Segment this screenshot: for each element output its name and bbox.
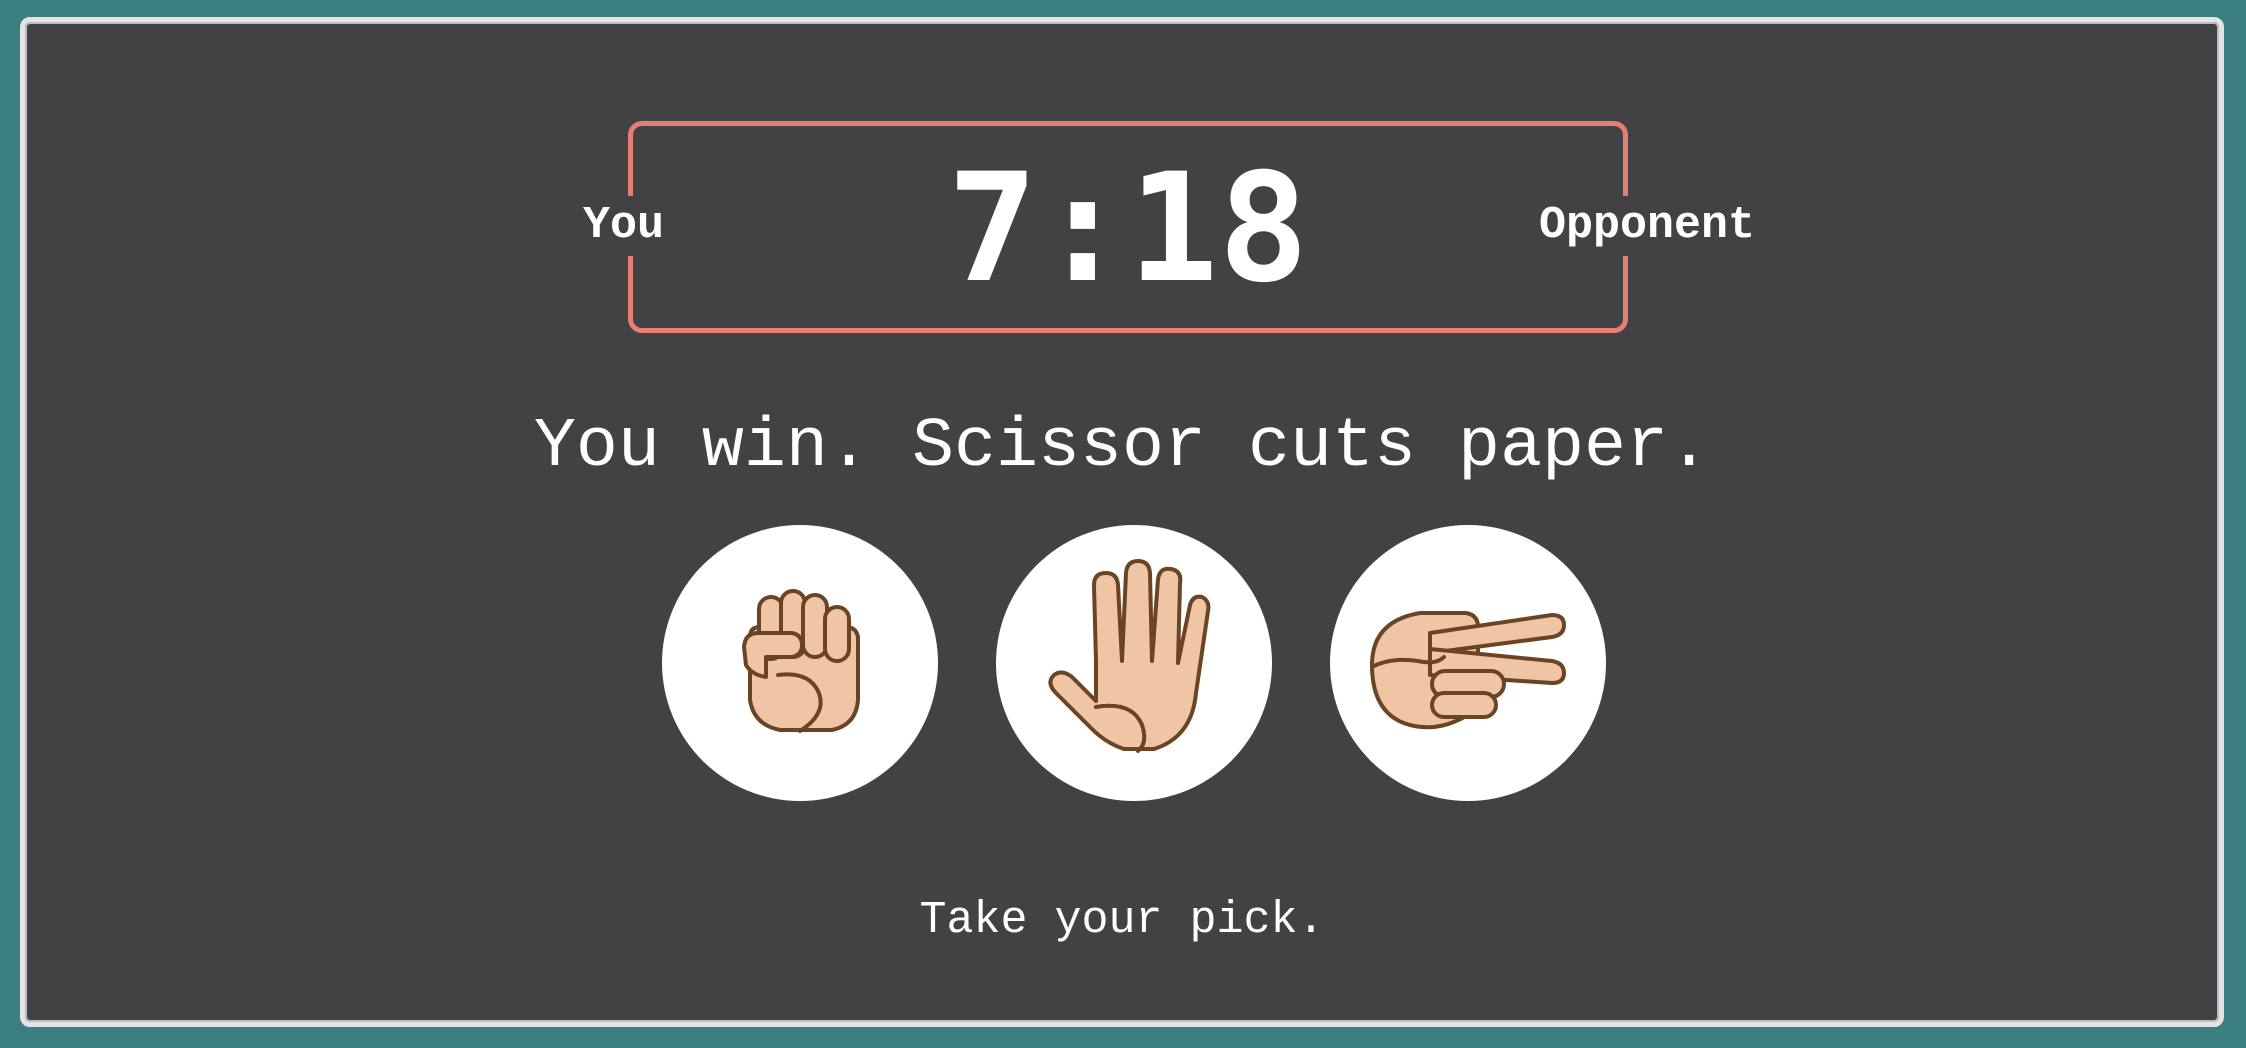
pick-prompt: Take your pick. (919, 895, 1325, 946)
scoreboard: You 7:18 Opponent (575, 121, 1763, 333)
paper-hand-icon (1048, 559, 1211, 753)
rock-fist-icon (742, 589, 860, 733)
rock-button[interactable] (662, 525, 938, 801)
paper-button[interactable] (996, 525, 1272, 801)
scissors-hand-icon (1370, 611, 1566, 730)
choice-buttons (662, 525, 1622, 805)
opponent-label: Opponent (1530, 196, 1763, 256)
game-frame: You 7:18 Opponent You win. Scissor cuts … (20, 17, 2224, 1027)
scissors-button[interactable] (1330, 525, 1606, 801)
score-display: 7:18 (947, 142, 1309, 316)
result-message: You win. Scissor cuts paper. (533, 408, 1711, 487)
